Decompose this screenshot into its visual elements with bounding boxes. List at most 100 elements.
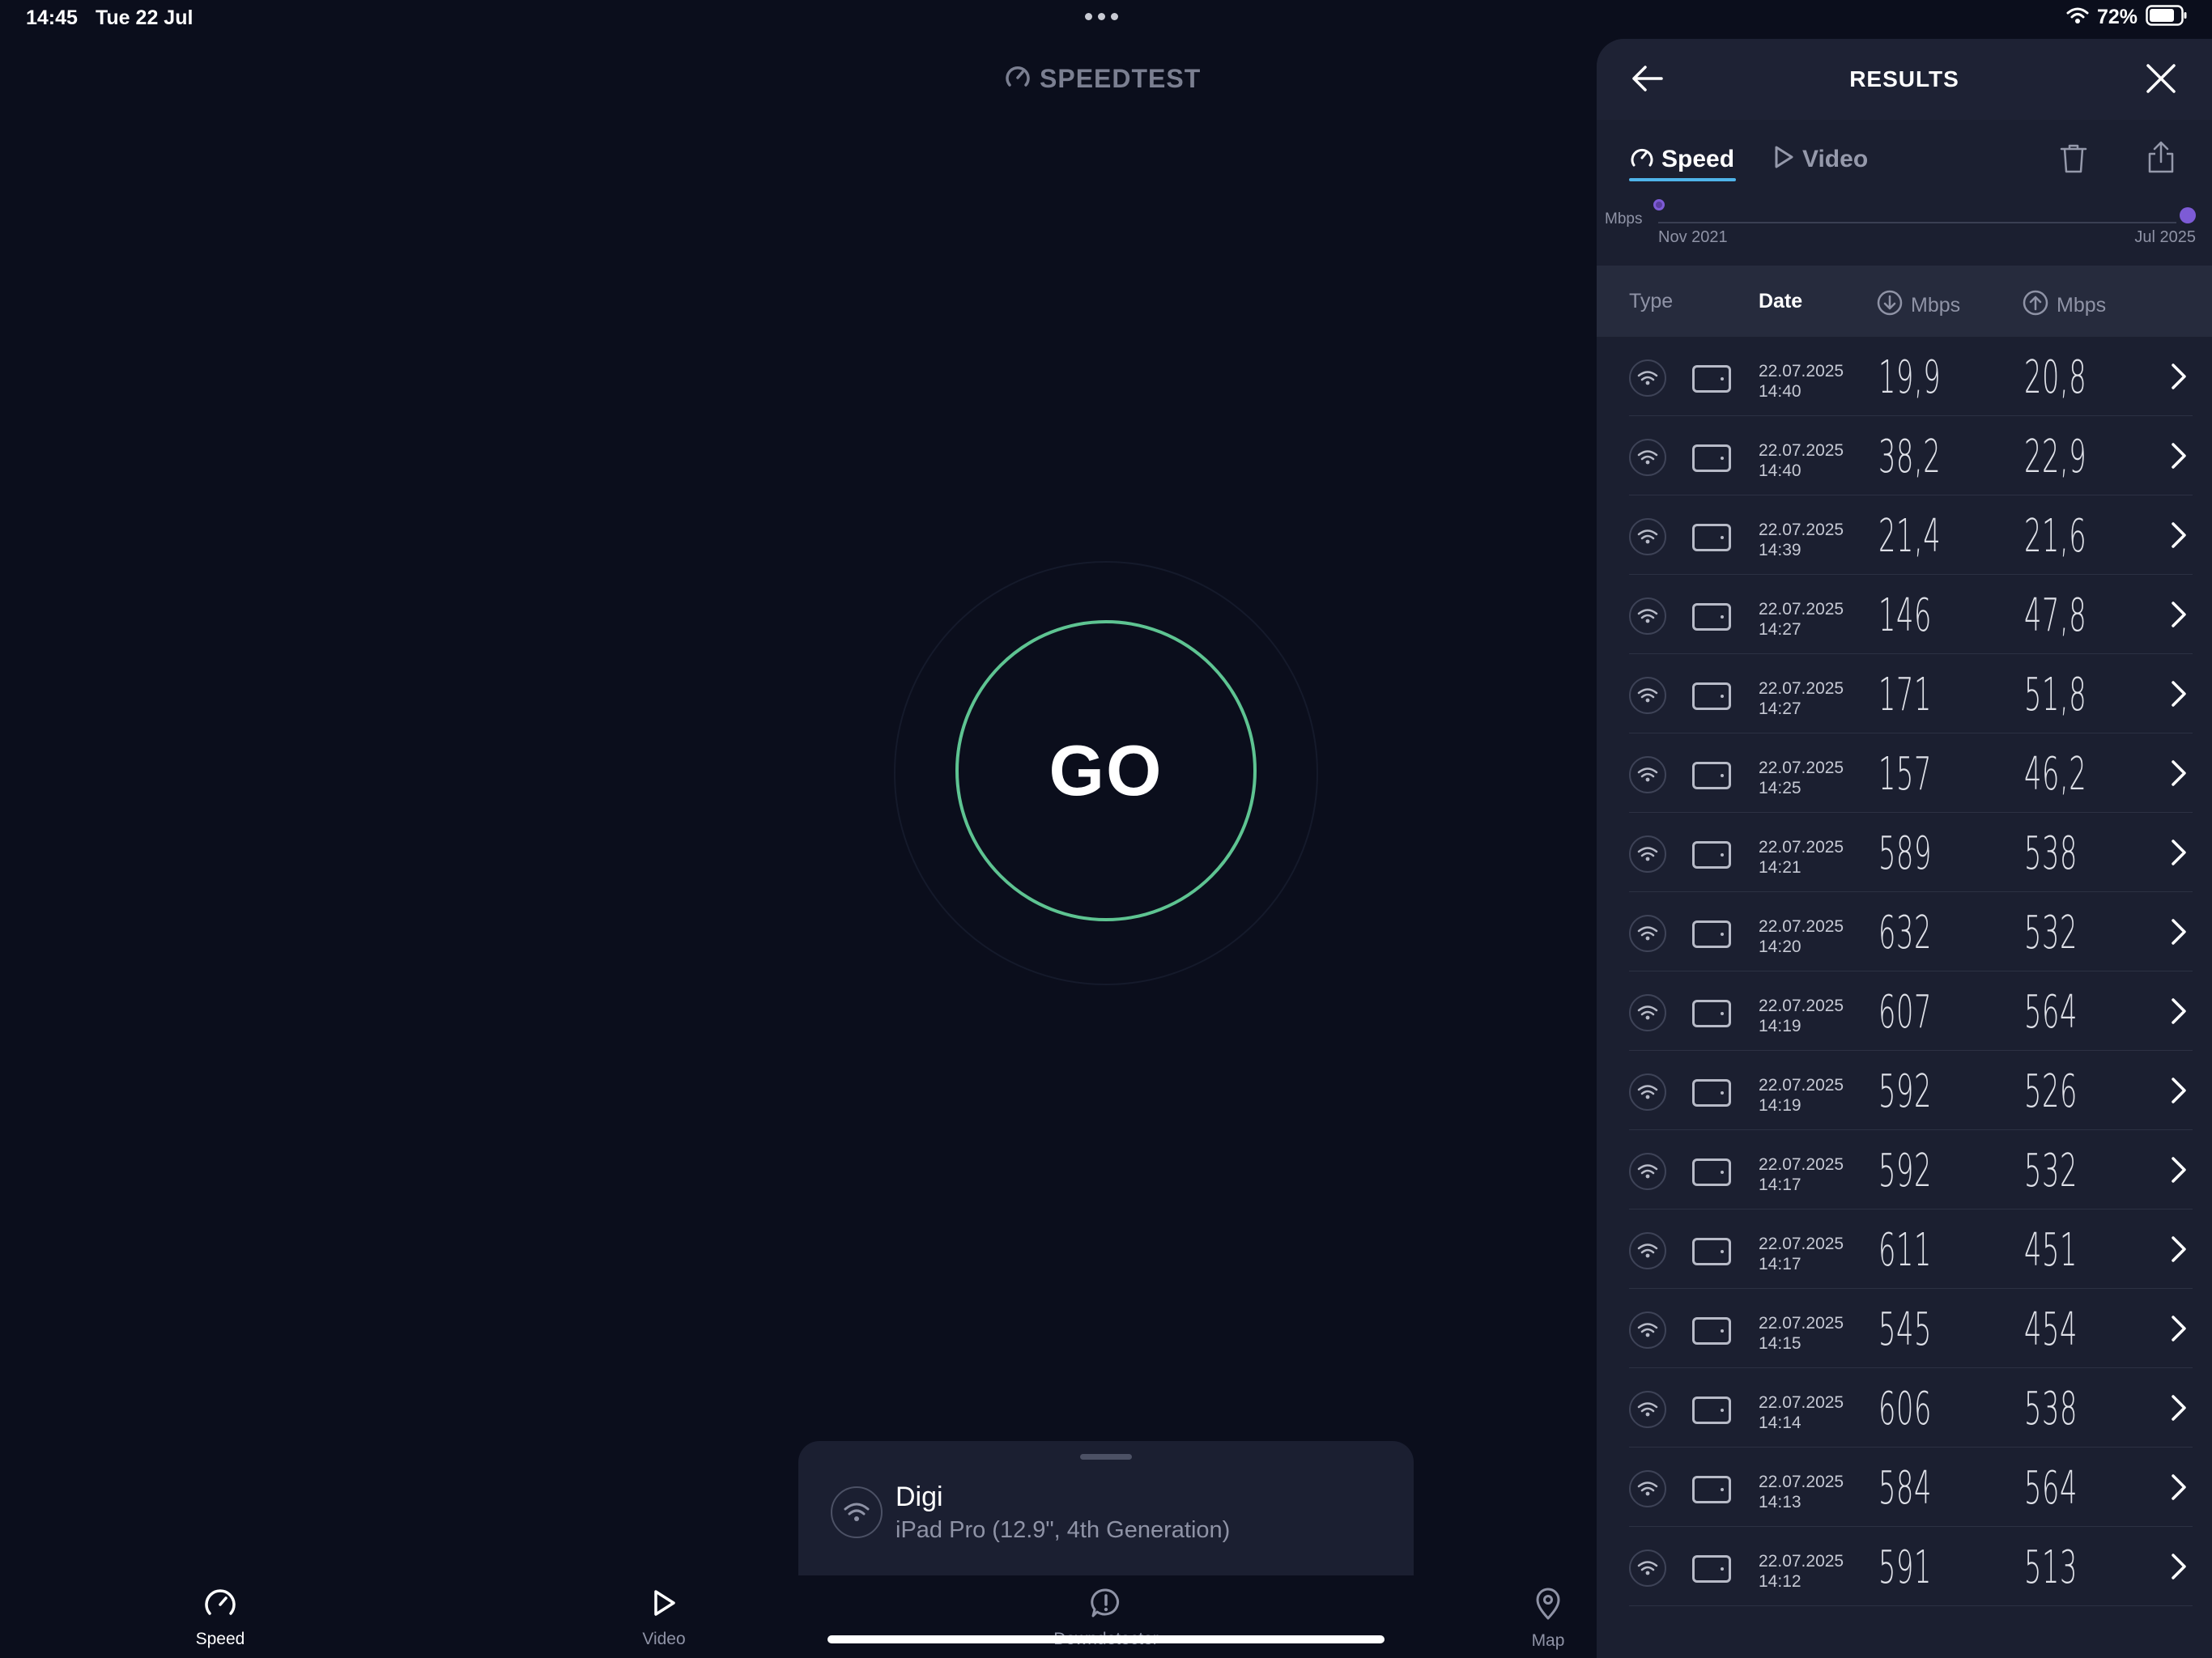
column-download[interactable]: Mbps (1877, 290, 1960, 321)
map-pin-icon (1532, 1587, 1564, 1625)
segment-speed[interactable]: Speed (1629, 144, 1734, 174)
chevron-right-icon[interactable] (2170, 1394, 2188, 1426)
tablet-device-icon (1692, 1555, 1731, 1583)
result-time: 14:14 (1759, 1414, 1802, 1432)
timeline-start-handle[interactable] (1653, 199, 1665, 210)
timeline-track[interactable] (1658, 222, 2176, 223)
result-date: 22.07.2025 (1759, 1393, 1844, 1412)
result-row[interactable]: 22.07.2025 14:27 171 51,8 (1597, 654, 2212, 733)
trash-icon[interactable] (2058, 142, 2089, 179)
column-upload[interactable]: Mbps (2023, 290, 2106, 321)
result-download: 589 (1878, 827, 1932, 880)
column-date[interactable]: Date (1759, 290, 1802, 313)
alert-bubble-icon (1088, 1587, 1124, 1623)
result-upload: 51,8 (2024, 669, 2087, 721)
result-date: 22.07.2025 (1759, 362, 1844, 380)
chevron-right-icon[interactable] (2170, 601, 2188, 632)
result-upload: 20,8 (2024, 351, 2087, 404)
chevron-right-icon[interactable] (2170, 1473, 2188, 1505)
segment-video[interactable]: Video (1770, 144, 1868, 174)
wifi-status-icon (2066, 6, 2089, 28)
tab-video-label: Video (642, 1630, 686, 1648)
result-download: 584 (1878, 1462, 1932, 1515)
go-button[interactable]: GO (955, 620, 1257, 921)
result-row[interactable]: 22.07.2025 14:17 611 451 (1597, 1209, 2212, 1289)
result-row[interactable]: 22.07.2025 14:19 592 526 (1597, 1051, 2212, 1130)
tablet-device-icon (1692, 603, 1731, 631)
result-upload: 21,6 (2024, 510, 2087, 563)
tab-video[interactable]: Video (583, 1587, 745, 1649)
provider-card[interactable]: Digi iPad Pro (12.9", 4th Generation) (798, 1441, 1414, 1575)
wifi-icon (1629, 835, 1666, 873)
result-time: 14:25 (1759, 779, 1802, 797)
result-row[interactable]: 22.07.2025 14:40 38,2 22,9 (1597, 416, 2212, 495)
result-date: 22.07.2025 (1759, 1076, 1844, 1095)
home-indicator[interactable] (827, 1635, 1385, 1643)
result-time: 14:19 (1759, 1096, 1802, 1115)
chevron-right-icon[interactable] (2170, 442, 2188, 474)
chevron-right-icon[interactable] (2170, 997, 2188, 1029)
chevron-right-icon[interactable] (2170, 1235, 2188, 1267)
chevron-right-icon[interactable] (2170, 759, 2188, 791)
result-date: 22.07.2025 (1759, 1473, 1844, 1491)
result-download: 146 (1878, 589, 1932, 642)
results-panel: RESULTS Speed Video Mbps Nov 2021 Jul 20… (1597, 39, 2212, 1658)
result-time: 14:13 (1759, 1493, 1802, 1511)
result-row[interactable]: 22.07.2025 14:17 592 532 (1597, 1130, 2212, 1209)
result-date: 22.07.2025 (1759, 759, 1844, 777)
result-time: 14:15 (1759, 1334, 1802, 1353)
share-icon[interactable] (2146, 139, 2176, 179)
result-upload: 564 (2024, 986, 2078, 1039)
tab-speed[interactable]: Speed (139, 1587, 301, 1649)
result-time: 14:40 (1759, 382, 1802, 401)
timeline-end-handle[interactable] (2180, 207, 2196, 223)
tablet-device-icon (1692, 1000, 1731, 1027)
result-download: 545 (1878, 1303, 1932, 1356)
result-upload: 532 (2024, 1145, 2078, 1197)
column-type[interactable]: Type (1629, 290, 1673, 313)
result-row[interactable]: 22.07.2025 14:21 589 538 (1597, 813, 2212, 892)
result-upload: 47,8 (2024, 589, 2087, 642)
result-download: 21,4 (1878, 510, 1942, 563)
result-row[interactable]: 22.07.2025 14:25 157 46,2 (1597, 733, 2212, 813)
chevron-right-icon[interactable] (2170, 839, 2188, 870)
wifi-icon (1629, 1153, 1666, 1190)
result-upload: 451 (2024, 1224, 2078, 1277)
result-datetime: 22.07.2025 14:19 (1759, 1075, 1844, 1116)
status-time: 14:45 (26, 6, 78, 29)
tablet-device-icon (1692, 762, 1731, 789)
result-row[interactable]: 22.07.2025 14:20 632 532 (1597, 892, 2212, 971)
result-row[interactable]: 22.07.2025 14:39 21,4 21,6 (1597, 495, 2212, 575)
result-row[interactable]: 22.07.2025 14:12 591 513 (1597, 1527, 2212, 1606)
chevron-right-icon[interactable] (2170, 521, 2188, 553)
chevron-right-icon[interactable] (2170, 680, 2188, 712)
chevron-right-icon[interactable] (2170, 1156, 2188, 1188)
result-row[interactable]: 22.07.2025 14:15 545 454 (1597, 1289, 2212, 1368)
result-row[interactable]: 22.07.2025 14:27 146 47,8 (1597, 575, 2212, 654)
wifi-icon (1629, 518, 1666, 555)
tablet-device-icon (1692, 365, 1731, 393)
wifi-icon (1629, 1550, 1666, 1587)
result-datetime: 22.07.2025 14:39 (1759, 520, 1844, 560)
chevron-right-icon[interactable] (2170, 918, 2188, 950)
result-row[interactable]: 22.07.2025 14:40 19,9 20,8 (1597, 337, 2212, 416)
multitasking-dots-icon[interactable] (1085, 13, 1118, 20)
chevron-right-icon[interactable] (2170, 363, 2188, 394)
close-icon[interactable] (2142, 60, 2180, 101)
result-date: 22.07.2025 (1759, 997, 1844, 1015)
result-datetime: 22.07.2025 14:13 (1759, 1472, 1844, 1512)
chevron-right-icon[interactable] (2170, 1077, 2188, 1108)
device-name: iPad Pro (12.9", 4th Generation) (895, 1517, 1231, 1543)
result-row[interactable]: 22.07.2025 14:13 584 564 (1597, 1448, 2212, 1527)
battery-percentage: 72% (2096, 6, 2138, 28)
sheet-grabber[interactable] (1080, 1454, 1132, 1460)
result-download: 157 (1878, 748, 1932, 801)
result-row[interactable]: 22.07.2025 14:19 607 564 (1597, 971, 2212, 1051)
result-row[interactable]: 22.07.2025 14:14 606 538 (1597, 1368, 2212, 1448)
chevron-right-icon[interactable] (2170, 1315, 2188, 1346)
result-upload: 532 (2024, 907, 2078, 959)
result-datetime: 22.07.2025 14:27 (1759, 599, 1844, 640)
result-datetime: 22.07.2025 14:25 (1759, 758, 1844, 798)
chevron-right-icon[interactable] (2170, 1553, 2188, 1584)
download-arrow-icon (1877, 290, 1903, 321)
